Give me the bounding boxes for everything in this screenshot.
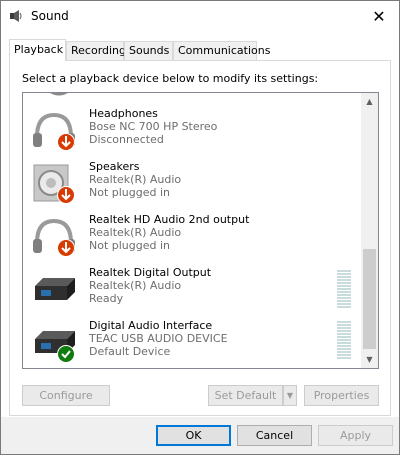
set-default-dropdown-button[interactable]: ▼	[283, 385, 297, 406]
device-item-realtek-digital-output[interactable]: Realtek Digital Output Realtek(R) Audio …	[23, 264, 363, 317]
title-bar[interactable]: Sound ✕	[1, 1, 399, 31]
device-status: Ready	[89, 292, 124, 305]
instruction-text: Select a playback device below to modify…	[22, 72, 319, 85]
device-driver: Realtek(R) Audio	[89, 279, 182, 292]
digital-output-icon	[35, 278, 75, 300]
device-status: Not plugged in	[89, 239, 171, 252]
device-item-headphones[interactable]: Headphones Bose NC 700 HP Stereo Disconn…	[23, 105, 363, 158]
device-list[interactable]: Headphones Bose NC 700 HP Stereo Disconn…	[22, 92, 379, 369]
digital-output-icon	[35, 331, 75, 363]
tab-communications[interactable]: Communications	[173, 41, 270, 60]
playback-panel: Select a playback device below to modify…	[9, 60, 391, 416]
speaker-app-icon	[10, 10, 22, 22]
partial-device-icon	[50, 93, 68, 96]
scroll-down-arrow-icon[interactable]: ▼	[361, 351, 378, 368]
device-driver: Realtek(R) Audio	[89, 226, 182, 239]
properties-button[interactable]: Properties	[304, 385, 379, 406]
vertical-scrollbar[interactable]: ▲ ▼	[361, 93, 378, 368]
sound-dialog: Sound ✕ Playback Recording Sounds Commun…	[0, 0, 400, 455]
tab-recording[interactable]: Recording	[66, 41, 126, 60]
volume-meter	[337, 321, 351, 361]
headphones-icon	[33, 112, 75, 151]
tab-sounds[interactable]: Sounds	[124, 41, 173, 60]
device-name: Headphones	[89, 107, 158, 120]
scroll-up-arrow-icon[interactable]: ▲	[361, 93, 378, 110]
volume-meter	[337, 270, 351, 310]
close-button[interactable]: ✕	[359, 1, 399, 31]
device-item-digital-audio-interface[interactable]: Digital Audio Interface TEAC USB AUDIO D…	[23, 317, 363, 368]
device-status: Not plugged in	[89, 186, 171, 199]
device-driver: Realtek(R) Audio	[89, 173, 182, 186]
tab-playback[interactable]: Playback	[9, 39, 66, 61]
configure-button[interactable]: Configure	[22, 385, 110, 406]
device-status: Disconnected	[89, 133, 164, 146]
device-name: Realtek HD Audio 2nd output	[89, 213, 250, 226]
dialog-footer: OK Cancel Apply	[1, 417, 399, 454]
set-default-button[interactable]: Set Default	[208, 385, 283, 406]
device-driver: Bose NC 700 HP Stereo	[89, 120, 218, 133]
speaker-icon	[33, 164, 75, 204]
chevron-down-icon: ▼	[286, 391, 294, 400]
device-status: Default Device	[89, 345, 171, 358]
device-driver: TEAC USB AUDIO DEVICE	[89, 332, 228, 345]
window-title: Sound	[31, 9, 69, 23]
device-item-realtek-2nd-output[interactable]: Realtek HD Audio 2nd output Realtek(R) A…	[23, 211, 363, 264]
device-item-speakers[interactable]: Speakers Realtek(R) Audio Not plugged in	[23, 158, 363, 211]
cancel-button[interactable]: Cancel	[237, 425, 312, 446]
close-icon: ✕	[372, 6, 386, 26]
apply-button[interactable]: Apply	[318, 425, 393, 446]
device-name: Speakers	[89, 160, 140, 173]
ok-button[interactable]: OK	[156, 425, 231, 446]
device-name: Realtek Digital Output	[89, 266, 212, 279]
headphones-icon	[33, 218, 75, 257]
device-name: Digital Audio Interface	[89, 319, 213, 332]
scroll-thumb[interactable]	[363, 249, 376, 349]
